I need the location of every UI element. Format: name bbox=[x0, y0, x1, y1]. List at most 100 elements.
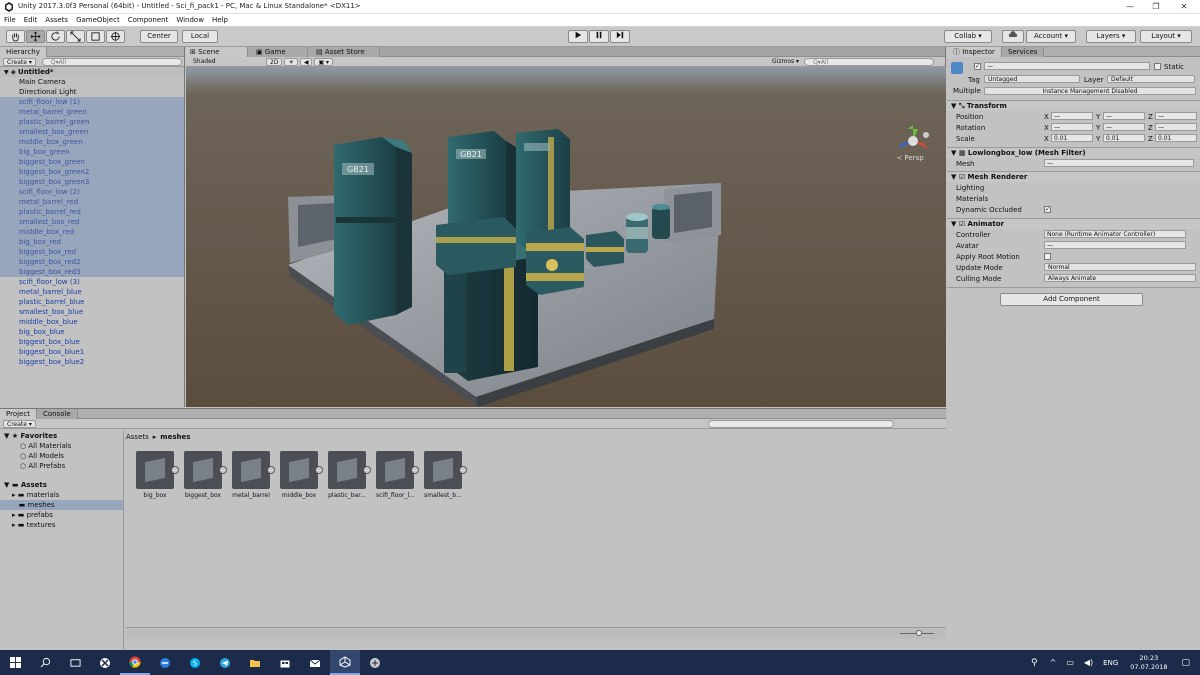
start-button[interactable] bbox=[0, 650, 30, 675]
move-tool-button[interactable] bbox=[26, 30, 45, 43]
hierarchy-item[interactable]: metal_barrel_green bbox=[0, 107, 184, 117]
hierarchy-item[interactable]: smallest_box_green bbox=[0, 127, 184, 137]
project-search-input[interactable] bbox=[707, 419, 894, 428]
update-mode-dropdown[interactable]: Normal bbox=[1044, 263, 1196, 271]
scene-root-row[interactable]: ▼ ◈ Untitled* bbox=[0, 67, 184, 77]
minimize-button[interactable]: — bbox=[1118, 1, 1142, 13]
hierarchy-item[interactable]: scifi_floor_low (2) bbox=[0, 187, 184, 197]
taskbar-xbox[interactable] bbox=[90, 650, 120, 675]
collab-dropdown[interactable]: Collab ▾ bbox=[944, 30, 992, 43]
hierarchy-item[interactable]: biggest_box_red2 bbox=[0, 257, 184, 267]
task-view-button[interactable] bbox=[60, 650, 90, 675]
culling-mode-dropdown[interactable]: Always Animate bbox=[1044, 274, 1196, 282]
mesh-renderer-header[interactable]: ▼ ☑ Mesh Renderer bbox=[947, 171, 1200, 182]
taskbar-store[interactable] bbox=[270, 650, 300, 675]
breadcrumb-assets[interactable]: Assets bbox=[126, 433, 149, 441]
pause-button[interactable] bbox=[589, 30, 609, 43]
people-icon[interactable]: ⚲ bbox=[1031, 658, 1038, 668]
scale-y-field[interactable]: 0.01 bbox=[1103, 134, 1145, 142]
folder-prefabs[interactable]: ▸ ▬ prefabs bbox=[0, 510, 123, 520]
tab-scene[interactable]: ⊞ Scene bbox=[186, 46, 248, 57]
tab-asset-store[interactable]: ▤ Asset Store bbox=[308, 46, 380, 57]
dynamic-occluded-checkbox[interactable]: ✓ bbox=[1044, 206, 1051, 213]
taskbar-telegram[interactable] bbox=[210, 650, 240, 675]
pivot-center-toggle[interactable]: Center bbox=[140, 30, 178, 43]
tab-hierarchy[interactable]: Hierarchy bbox=[0, 46, 47, 57]
hierarchy-item[interactable]: biggest_box_blue1 bbox=[0, 347, 184, 357]
search-button[interactable] bbox=[30, 650, 60, 675]
project-create-dropdown[interactable]: Create ▾ bbox=[3, 419, 36, 428]
fav-all-prefabs[interactable]: ○ All Prefabs bbox=[0, 461, 123, 471]
hand-tool-button[interactable] bbox=[6, 30, 25, 43]
chevron-up-icon[interactable]: ^ bbox=[1050, 658, 1057, 667]
hierarchy-item[interactable]: plastic_barrel_blue bbox=[0, 297, 184, 307]
folder-materials[interactable]: ▸ ▬ materials bbox=[0, 490, 123, 500]
asset-item[interactable]: big_box bbox=[136, 451, 179, 499]
assets-node[interactable]: ▼ ▬ Assets bbox=[0, 480, 123, 490]
folder-meshes[interactable]: ▬ meshes bbox=[0, 500, 123, 510]
active-checkbox[interactable]: ✓ bbox=[974, 63, 981, 70]
transform-header[interactable]: ▼ ⤡ Transform bbox=[947, 100, 1200, 111]
close-button[interactable]: ✕ bbox=[1172, 1, 1196, 13]
mesh-field[interactable]: — bbox=[1044, 159, 1194, 167]
gizmos-dropdown[interactable]: Gizmos ▾ bbox=[769, 58, 802, 66]
hierarchy-item[interactable]: middle_box_blue bbox=[0, 317, 184, 327]
shading-mode-dropdown[interactable]: Shaded bbox=[190, 58, 262, 66]
hierarchy-item[interactable]: plastic_barrel_green bbox=[0, 117, 184, 127]
controller-field[interactable]: None (Runtime Animator Controller) bbox=[1044, 230, 1186, 238]
scale-tool-button[interactable] bbox=[66, 30, 85, 43]
language-indicator[interactable]: ENG bbox=[1103, 659, 1118, 667]
hierarchy-item[interactable]: middle_box_green bbox=[0, 137, 184, 147]
hierarchy-item[interactable]: biggest_box_red bbox=[0, 247, 184, 257]
asset-item[interactable]: middle_box bbox=[280, 451, 323, 499]
taskbar-chrome[interactable] bbox=[120, 650, 150, 675]
hierarchy-item[interactable]: Directional Light bbox=[0, 87, 184, 97]
rect-tool-button[interactable] bbox=[86, 30, 105, 43]
taskbar-unity-hub[interactable] bbox=[360, 650, 390, 675]
hierarchy-item[interactable]: biggest_box_green bbox=[0, 157, 184, 167]
tag-dropdown[interactable]: Untagged bbox=[984, 75, 1080, 83]
hierarchy-item[interactable]: scifi_floor_low (1) bbox=[0, 97, 184, 107]
asset-item[interactable]: metal_barrel bbox=[232, 451, 275, 499]
hierarchy-search-input[interactable]: Q▾All bbox=[41, 57, 182, 66]
hierarchy-item[interactable]: metal_barrel_blue bbox=[0, 287, 184, 297]
menu-window[interactable]: Window bbox=[176, 14, 204, 27]
breadcrumb-meshes[interactable]: meshes bbox=[160, 433, 190, 441]
hierarchy-item[interactable]: metal_barrel_red bbox=[0, 197, 184, 207]
taskbar-mail[interactable] bbox=[300, 650, 330, 675]
network-icon[interactable]: ▭ bbox=[1066, 658, 1074, 667]
hierarchy-item[interactable]: biggest_box_blue bbox=[0, 337, 184, 347]
hierarchy-item[interactable]: plastic_barrel_red bbox=[0, 207, 184, 217]
transform-tool-button[interactable] bbox=[106, 30, 125, 43]
lighting-foldout[interactable]: Lighting bbox=[956, 184, 984, 192]
fav-all-materials[interactable]: ○ All Materials bbox=[0, 441, 123, 451]
taskbar-skype[interactable]: S bbox=[180, 650, 210, 675]
layers-dropdown[interactable]: Layers ▾ bbox=[1086, 30, 1136, 43]
hierarchy-item[interactable]: big_box_blue bbox=[0, 327, 184, 337]
tab-inspector[interactable]: ⓘ Inspector bbox=[947, 46, 1002, 57]
hierarchy-item[interactable]: scifi_floor_low (3) bbox=[0, 277, 184, 287]
account-dropdown[interactable]: Account ▾ bbox=[1026, 30, 1076, 43]
fav-all-models[interactable]: ○ All Models bbox=[0, 451, 123, 461]
instance-management-button[interactable]: Instance Management Disabled bbox=[984, 87, 1196, 95]
favorites-node[interactable]: ▼ ★ Favorites bbox=[0, 431, 123, 441]
materials-foldout[interactable]: Materials bbox=[956, 195, 988, 203]
layout-dropdown[interactable]: Layout ▾ bbox=[1140, 30, 1192, 43]
menu-file[interactable]: File bbox=[4, 14, 16, 27]
menu-help[interactable]: Help bbox=[212, 14, 228, 27]
maximize-button[interactable]: ❐ bbox=[1144, 1, 1168, 13]
lighting-toggle[interactable]: ☀ bbox=[284, 57, 298, 66]
rotation-x-field[interactable]: — bbox=[1051, 123, 1093, 131]
apply-root-motion-checkbox[interactable] bbox=[1044, 253, 1051, 260]
position-z-field[interactable]: — bbox=[1155, 112, 1197, 120]
tab-console[interactable]: Console bbox=[36, 408, 78, 419]
hierarchy-item[interactable]: big_box_green bbox=[0, 147, 184, 157]
rotation-z-field[interactable]: — bbox=[1155, 123, 1197, 131]
scale-z-field[interactable]: 0.01 bbox=[1155, 134, 1197, 142]
tab-project[interactable]: Project bbox=[0, 408, 37, 419]
layer-dropdown[interactable]: Default bbox=[1107, 75, 1195, 83]
asset-item[interactable]: scifi_floor_l... bbox=[376, 451, 419, 499]
hierarchy-item[interactable]: Main Camera bbox=[0, 77, 184, 87]
audio-toggle[interactable]: ◀ bbox=[299, 57, 313, 66]
taskbar-edge[interactable] bbox=[150, 650, 180, 675]
